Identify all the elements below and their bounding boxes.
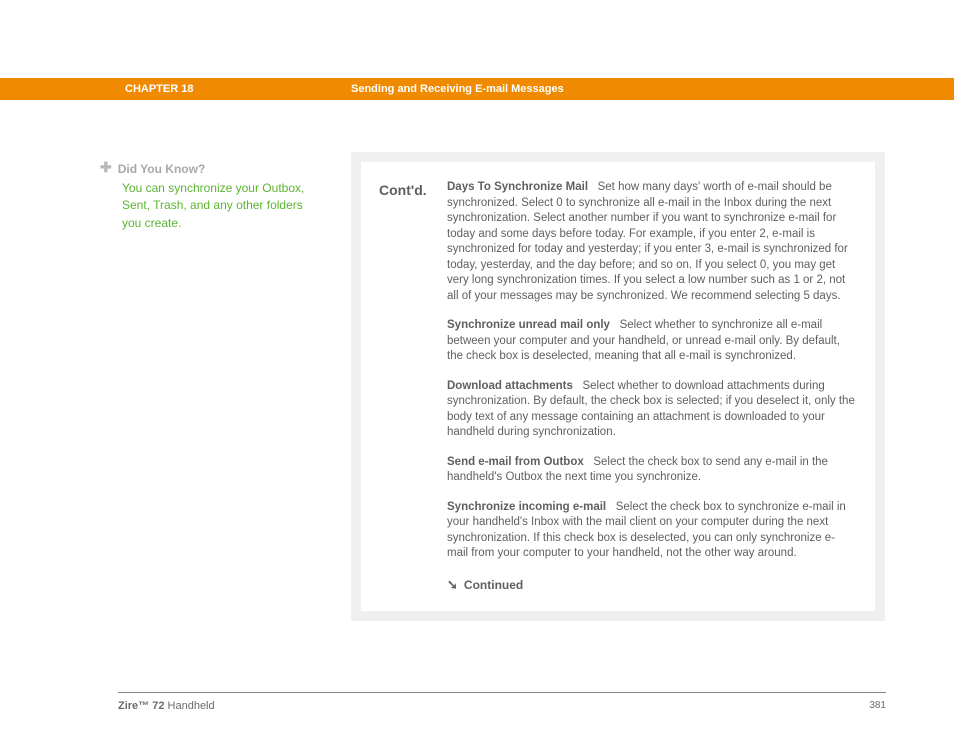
setting-item: Synchronize incoming e-mail Select the c… [447,500,855,562]
sidebar-note: ✚ Did You Know? You can synchronize your … [100,160,325,232]
chapter-title: Sending and Receiving E-mail Messages [351,83,564,95]
chapter-label: CHAPTER 18 [125,83,193,95]
did-you-know-body: You can synchronize your Outbox, Sent, T… [122,180,325,232]
continued-row: ➘ Continued [447,576,855,594]
continued-label: Cont'd. [379,180,433,593]
setting-title: Synchronize unread mail only [447,319,610,331]
continued-text: Continued [464,577,523,593]
setting-title: Download attachments [447,380,573,392]
content-panel: Cont'd. Days To Synchronize Mail Set how… [351,152,885,621]
setting-item: Synchronize unread mail only Select whet… [447,318,855,365]
content-column: Days To Synchronize Mail Set how many da… [447,180,855,593]
footer-product-bold: Zire™ 72 [118,700,164,712]
plus-icon: ✚ [100,160,112,174]
footer-divider [118,692,886,693]
did-you-know-heading: ✚ Did You Know? [100,160,325,178]
setting-item: Download attachments Select whether to d… [447,379,855,441]
footer-product: Zire™ 72 Handheld [118,700,215,712]
setting-body: Set how many days' worth of e-mail shoul… [447,181,848,302]
setting-title: Send e-mail from Outbox [447,456,584,468]
setting-title: Days To Synchronize Mail [447,181,588,193]
setting-item: Days To Synchronize Mail Set how many da… [447,180,855,304]
setting-item: Send e-mail from Outbox Select the check… [447,455,855,486]
arrow-down-right-icon: ➘ [447,576,458,594]
content-inner: Cont'd. Days To Synchronize Mail Set how… [361,162,875,611]
page-number: 381 [869,700,886,711]
setting-title: Synchronize incoming e-mail [447,501,606,513]
did-you-know-title: Did You Know? [118,162,206,176]
footer-product-rest: Handheld [164,700,214,712]
chapter-header: CHAPTER 18 Sending and Receiving E-mail … [0,78,954,100]
